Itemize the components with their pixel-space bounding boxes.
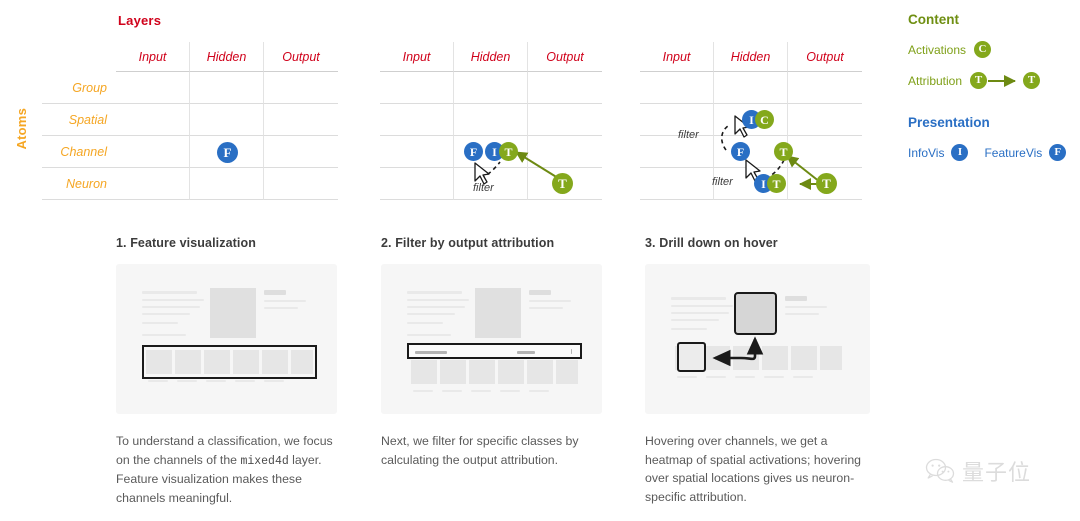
matrix-2-cell	[528, 104, 602, 136]
matrix-3-cell	[788, 136, 862, 168]
card-1-body-code: mixed4d	[240, 454, 289, 468]
badge-attribution-output[interactable]: T	[816, 173, 837, 194]
matrix-1-cell	[116, 72, 190, 104]
filter-label: filter	[473, 182, 494, 194]
legend-featurevis-label: FeatureVis	[984, 145, 1043, 160]
matrix-3-col-output: Output	[788, 42, 862, 72]
badge-featurevis[interactable]: F	[731, 142, 750, 161]
matrix-2-col-input: Input	[380, 42, 454, 72]
matrix-1-col-input: Input	[116, 42, 190, 72]
matrix-1-cell	[264, 72, 338, 104]
matrix-2-cell	[380, 136, 454, 168]
card-1-title: 1. Feature visualization	[116, 236, 256, 250]
card-3-hover-arrows	[712, 336, 764, 367]
matrix-1-cell	[264, 104, 338, 136]
legend-presentation-heading: Presentation	[908, 115, 990, 130]
card-3-title: 3. Drill down on hover	[645, 236, 778, 250]
matrix-2-cell	[454, 72, 528, 104]
matrix-3-col-input: Input	[640, 42, 714, 72]
matrix-2-cell	[380, 168, 454, 200]
card-drill-down-on-hover: 3. Drill down on hover Hovering over cha…	[645, 236, 875, 507]
matrix-2-cell	[380, 72, 454, 104]
matrix-2-cell	[528, 72, 602, 104]
matrix-1-cell	[116, 104, 190, 136]
matrix-1-cell	[116, 168, 190, 200]
card-1-body: To understand a classification, we focus…	[116, 432, 341, 508]
matrix-3-cell	[640, 72, 714, 104]
matrix-3-cell	[788, 104, 862, 136]
matrix-2: Input Hidden Output F I T T filter	[380, 0, 610, 210]
card-2-title: 2. Filter by output attribution	[381, 236, 555, 250]
card-3-body: Hovering over channels, we get a heatmap…	[645, 432, 875, 507]
legend-infovis-label: InfoVis	[908, 145, 945, 160]
matrix-1: Layers Atoms Input Hidden Output Group S…	[0, 0, 360, 210]
badge-activations[interactable]: C	[755, 110, 774, 129]
legend-item-attribution: Attribution T T	[908, 72, 1078, 89]
badge-attribution-output[interactable]: T	[552, 173, 573, 194]
attribution-icon-target: T	[1023, 72, 1041, 89]
card-2-highlight-filter-bar	[407, 343, 582, 359]
card-filter-by-output-attribution: 2. Filter by output attribution Next, we…	[381, 236, 606, 469]
matrix-2-col-output: Output	[528, 42, 602, 72]
legend-panel: Content Activations C Attribution T T Pr…	[908, 12, 1078, 161]
card-feature-visualization: 1. Feature visualization To understand a…	[116, 236, 341, 508]
legend-presentation-items: InfoVis I FeatureVis F	[908, 144, 1078, 161]
matrix-3: Input Hidden Output I C F T I T T filter…	[640, 0, 880, 210]
filter-label: filter	[712, 176, 733, 188]
matrix-3-cell	[640, 168, 714, 200]
matrix-3-cell	[714, 72, 788, 104]
watermark-text: 量子位	[962, 461, 1032, 486]
layers-title: Layers	[118, 13, 162, 28]
matrix-1-cell	[116, 136, 190, 168]
matrix-1-row-channel: Channel	[42, 136, 116, 168]
badge-attribution[interactable]: T	[774, 142, 793, 161]
card-2-thumbnail[interactable]	[381, 264, 602, 414]
matrix-1-cell	[264, 136, 338, 168]
matrix-1-cell	[190, 72, 264, 104]
matrix-1-col-output: Output	[264, 42, 338, 72]
badge-featurevis[interactable]: F	[217, 142, 238, 163]
matrix-3-cell	[640, 136, 714, 168]
matrix-3-cell	[788, 72, 862, 104]
matrix-3-col-hidden: Hidden	[714, 42, 788, 72]
matrix-2-cell	[380, 104, 454, 136]
legend-attribution-label: Attribution	[908, 73, 963, 88]
badge-attribution[interactable]: T	[767, 174, 786, 193]
matrix-1-cell	[190, 168, 264, 200]
filter-label: filter	[678, 129, 699, 141]
featurevis-icon: F	[1049, 144, 1067, 161]
atoms-title: Atoms	[14, 108, 29, 150]
card-1-thumbnail[interactable]	[116, 264, 337, 414]
legend-activations-label: Activations	[908, 42, 967, 57]
infovis-icon: I	[951, 144, 969, 161]
card-2-body-pre: Next, we filter for specific classes by …	[381, 434, 579, 467]
matrix-2-col-hidden: Hidden	[454, 42, 528, 72]
badge-attribution[interactable]: T	[499, 142, 518, 161]
matrix-2-cell	[454, 104, 528, 136]
matrix-2-cell	[528, 136, 602, 168]
attribution-arrow-icon	[988, 74, 1017, 87]
matrix-1-row-neuron: Neuron	[42, 168, 116, 200]
watermark: 量子位	[925, 455, 1031, 487]
matrix-1-cell	[190, 104, 264, 136]
matrix-1-cell	[264, 168, 338, 200]
infographic-canvas: Layers Atoms Input Hidden Output Group S…	[0, 0, 1080, 521]
matrix-1-row-group: Group	[42, 72, 116, 104]
legend-item-activations: Activations C	[908, 41, 1078, 58]
wechat-icon	[925, 458, 955, 483]
card-3-body-pre: Hovering over channels, we get a heatmap…	[645, 434, 862, 505]
card-3-thumbnail[interactable]	[645, 264, 870, 414]
card-2-body: Next, we filter for specific classes by …	[381, 432, 606, 469]
matrix-1-row-spatial: Spatial	[42, 104, 116, 136]
card-1-highlight-channels	[142, 345, 317, 379]
matrix-1-col-hidden: Hidden	[190, 42, 264, 72]
legend-content-heading: Content	[908, 12, 959, 27]
matrix-3-cell	[640, 104, 714, 136]
attribution-icon-source: T	[970, 72, 988, 89]
activations-icon: C	[974, 41, 992, 58]
badge-featurevis[interactable]: F	[464, 142, 483, 161]
